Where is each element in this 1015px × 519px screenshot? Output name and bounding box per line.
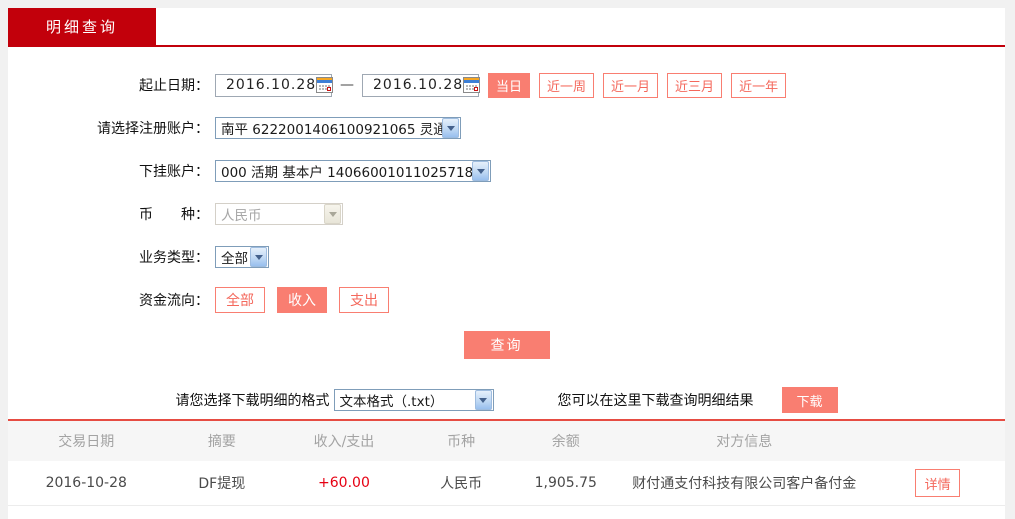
- sub-account-value: 000 活期 基本户 1406600101102571848: [221, 165, 472, 181]
- start-date-value: 2016.10.28: [226, 77, 317, 93]
- start-date-input[interactable]: 2016.10.28: [215, 73, 334, 97]
- cell-currency: 人民币: [440, 476, 483, 492]
- header-currency: 币种: [447, 434, 476, 450]
- currency-value: 人民币: [221, 208, 262, 224]
- date-range-label: 起止日期：: [139, 78, 209, 94]
- currency-label: 币 种：: [139, 207, 209, 223]
- calendar-icon[interactable]: [316, 77, 334, 93]
- cell-summary: DF提现: [198, 476, 246, 492]
- header-income-expense: 收入/支出: [313, 434, 375, 450]
- download-format-label: 请您选择下载明细的格式: [175, 393, 330, 409]
- download-format-select[interactable]: 文本格式（.txt）: [333, 389, 494, 411]
- quick-range-quarter-button[interactable]: 近三月: [667, 72, 723, 98]
- table-row: 2016-10-28 DF提现 +60.00 人民币 1,905.75 财付通支…: [8, 461, 1005, 506]
- header-counterparty: 对方信息: [716, 434, 773, 450]
- chevron-down-icon[interactable]: [250, 247, 267, 267]
- registered-account-row: 请选择注册账户： 南平 6222001406100921065 灵通卡: [8, 116, 1005, 140]
- cell-action: 详情: [870, 469, 1005, 497]
- sub-account-label: 下挂账户：: [139, 164, 209, 180]
- chevron-down-icon: [324, 204, 341, 224]
- detail-button[interactable]: 详情: [915, 469, 961, 497]
- business-type-value: 全部: [221, 251, 248, 267]
- business-type-select[interactable]: 全部: [215, 246, 269, 268]
- cell-balance: 1,905.75: [534, 475, 597, 491]
- cell-counterparty: 财付通支付科技有限公司客户备付金: [632, 476, 857, 492]
- chevron-down-icon[interactable]: [472, 161, 489, 181]
- header-trade-date: 交易日期: [58, 434, 115, 450]
- quick-range-today-button[interactable]: 当日: [488, 72, 531, 98]
- end-date-value: 2016.10.28: [373, 77, 464, 93]
- fund-flow-all-button[interactable]: 全部: [215, 287, 265, 313]
- business-type-row: 业务类型： 全部: [8, 245, 1005, 269]
- date-range-row: 起止日期： 2016.10.28 — 2016.10.28 当日 近一周 近一月…: [8, 72, 1005, 98]
- table-header-row: 交易日期 摘要 收入/支出 币种 余额 对方信息: [8, 421, 1005, 461]
- end-date-input[interactable]: 2016.10.28: [362, 73, 481, 97]
- registered-account-select[interactable]: 南平 6222001406100921065 灵通卡: [215, 117, 461, 139]
- download-row: 请您选择下载明细的格式 文本格式（.txt） 您可以在这里下载查询明细结果 下载: [8, 387, 1005, 413]
- calendar-icon[interactable]: [463, 77, 481, 93]
- sub-account-select[interactable]: 000 活期 基本户 1406600101102571848: [215, 160, 491, 182]
- query-form: 起止日期： 2016.10.28 — 2016.10.28 当日 近一周 近一月…: [8, 47, 1005, 413]
- currency-select: 人民币: [215, 203, 343, 225]
- header-summary: 摘要: [207, 434, 236, 450]
- fund-flow-expense-button[interactable]: 支出: [339, 287, 389, 313]
- download-button[interactable]: 下载: [781, 387, 838, 413]
- quick-range-year-button[interactable]: 近一年: [731, 72, 787, 98]
- tab-bar: 明细查询: [8, 8, 1005, 47]
- tab-detail-query[interactable]: 明细查询: [8, 8, 156, 45]
- registered-account-value: 南平 6222001406100921065 灵通卡: [221, 122, 442, 138]
- chevron-down-icon[interactable]: [442, 118, 459, 138]
- download-hint: 您可以在这里下载查询明细结果: [557, 393, 754, 409]
- query-button[interactable]: 查询: [463, 331, 550, 359]
- quick-range-week-button[interactable]: 近一周: [539, 72, 595, 98]
- cell-amount: +60.00: [318, 475, 370, 491]
- fund-flow-income-button[interactable]: 收入: [277, 287, 327, 313]
- download-format-value: 文本格式（.txt）: [339, 394, 444, 410]
- chevron-down-icon[interactable]: [474, 390, 492, 410]
- quick-range-month-button[interactable]: 近一月: [603, 72, 659, 98]
- date-separator: —: [340, 77, 354, 93]
- currency-row: 币 种： 人民币: [8, 202, 1005, 226]
- fund-flow-row: 资金流向： 全部 收入 支出: [8, 287, 1005, 313]
- sub-account-row: 下挂账户： 000 活期 基本户 1406600101102571848: [8, 159, 1005, 183]
- cell-trade-date: 2016-10-28: [45, 475, 127, 491]
- registered-account-label: 请选择注册账户：: [97, 121, 209, 137]
- header-balance: 余额: [551, 434, 580, 450]
- fund-flow-label: 资金流向：: [139, 293, 209, 309]
- business-type-label: 业务类型：: [139, 250, 209, 266]
- content-card: 明细查询 起止日期： 2016.10.28 — 2016.10.28 当日 近一…: [8, 8, 1005, 519]
